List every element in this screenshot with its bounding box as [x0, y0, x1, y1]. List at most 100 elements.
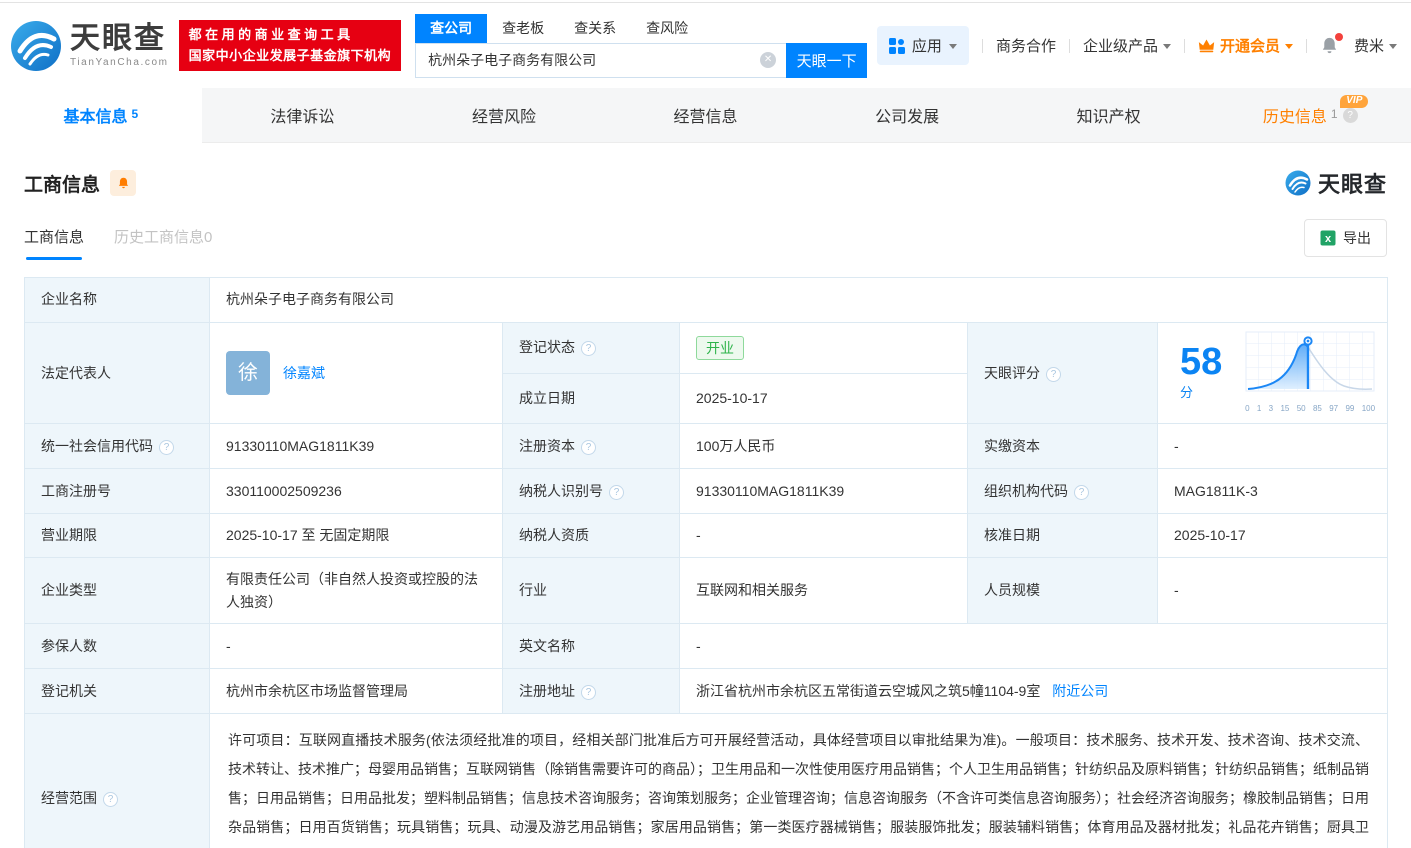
- subscribe-bell-button[interactable]: [110, 170, 137, 196]
- reg-no-label: 工商注册号: [24, 468, 210, 515]
- tab-operating-info[interactable]: 经营信息: [605, 88, 807, 142]
- score-curve: [1245, 331, 1375, 392]
- tab-basic-info[interactable]: 基本信息 5: [0, 88, 202, 143]
- business-info-table: 企业名称 杭州朵子电子商务有限公司 法定代表人 徐 徐嘉斌 登记状态 开业 天眼…: [24, 277, 1389, 848]
- org-code-label: 组织机构代码: [967, 468, 1158, 515]
- reg-status-label: 登记状态: [502, 322, 680, 374]
- nav-business-cooperation[interactable]: 商务合作: [996, 35, 1056, 56]
- score-axis-labels: 0 1 3 15 50 85 97 99 100: [1245, 404, 1376, 414]
- subtab-business-info[interactable]: 工商信息: [24, 226, 84, 260]
- export-button[interactable]: x 导出: [1304, 219, 1387, 257]
- search-tab-boss[interactable]: 查老板: [487, 14, 559, 43]
- grid-icon: [888, 37, 905, 54]
- staff-size-value: -: [1156, 557, 1389, 625]
- table-row: 企业名称 杭州朵子电子商务有限公司: [24, 277, 1389, 323]
- score-distribution-chart: 0 1 3 15 50 85 97 99 100: [1245, 331, 1375, 415]
- search-tabs: 查公司 查老板 查关系 查风险: [415, 13, 867, 43]
- registry-value: 杭州市余杭区市场监督管理局: [209, 668, 503, 715]
- approval-date-label: 核准日期: [967, 513, 1158, 559]
- divider: [1068, 38, 1070, 53]
- section-header: 工商信息 天眼查: [24, 167, 1387, 199]
- business-scope-label: 经营范围: [24, 713, 210, 848]
- reg-status-value: 开业: [679, 322, 968, 374]
- help-icon[interactable]: [581, 684, 596, 700]
- table-row: 统一社会信用代码 91330110MAG1811K39 注册资本 100万人民币…: [24, 423, 1389, 470]
- help-icon[interactable]: [1046, 366, 1061, 382]
- score-label: 天眼评分: [967, 321, 1158, 425]
- vip-badge: VIP: [1340, 95, 1369, 108]
- business-scope-value: 许可项目：互联网直播技术服务(依法须经批准的项目，经相关部门批准后方可开展经营活…: [208, 713, 1389, 848]
- help-icon[interactable]: [103, 792, 118, 808]
- business-term-value: 2025-10-17 至 无固定期限: [209, 513, 503, 559]
- subtab-history-business-info[interactable]: 历史工商信息0: [114, 226, 212, 260]
- search-tab-relation[interactable]: 查关系: [559, 14, 631, 43]
- table-row: 营业期限 2025-10-17 至 无固定期限 纳税人资质 - 核准日期 202…: [24, 513, 1389, 559]
- table-row: 参保人数 - 英文名称 -: [24, 623, 1389, 670]
- brand-domain: TianYanCha.com: [70, 56, 169, 68]
- help-icon[interactable]: [159, 439, 174, 455]
- company-type-value: 有限责任公司（非自然人投资或控股的法人独资）: [209, 557, 503, 625]
- insured-label: 参保人数: [24, 623, 210, 670]
- notification-bell[interactable]: [1320, 33, 1343, 55]
- establish-date-value: 2025-10-17: [679, 372, 968, 425]
- tab-intellectual-property[interactable]: 知识产权: [1008, 88, 1210, 142]
- header-nav: 应用 商务合作 企业级产品 开通会员 费米: [876, 26, 1397, 65]
- company-name-value: 杭州朵子电子商务有限公司: [208, 277, 1389, 323]
- vip-label: 开通会员: [1219, 38, 1280, 55]
- tianyancha-logo-icon: [1285, 170, 1311, 196]
- search-input[interactable]: [415, 42, 787, 78]
- clear-icon[interactable]: [760, 52, 777, 68]
- main-content: 工商信息 天眼查 工商信息 历史工商信息0 x 导出 企业名称 杭州朵子电子商务…: [0, 167, 1411, 848]
- chevron-down-icon: [1284, 44, 1293, 49]
- avatar: 徐: [226, 351, 270, 396]
- help-icon[interactable]: [581, 341, 596, 357]
- tab-operating-risk[interactable]: 经营风险: [403, 88, 605, 142]
- search-tab-risk[interactable]: 查风险: [631, 14, 703, 43]
- slogan-badge: 都在用的商业查询工具 国家中小企业发展子基金旗下机构: [178, 20, 402, 71]
- search-tab-company[interactable]: 查公司: [415, 13, 488, 43]
- business-term-label: 营业期限: [24, 513, 210, 559]
- insured-value: -: [209, 623, 503, 670]
- export-label: 导出: [1343, 230, 1371, 246]
- search-module: 查公司 查老板 查关系 查风险 天眼一下: [415, 13, 868, 78]
- uscc-label: 统一社会信用代码: [24, 423, 210, 470]
- site-header: 天眼查 TianYanCha.com 都在用的商业查询工具 国家中小企业发展子基…: [0, 3, 1411, 88]
- approval-date-value: 2025-10-17: [1156, 513, 1389, 559]
- legal-rep-link[interactable]: 徐嘉斌: [283, 362, 325, 385]
- site-logo[interactable]: 天眼查 TianYanCha.com: [10, 20, 169, 72]
- tianyancha-logo-icon: [11, 20, 61, 71]
- username: 费米: [1353, 38, 1384, 55]
- nav-open-vip[interactable]: 开通会员: [1198, 35, 1293, 56]
- industry-label: 行业: [502, 557, 680, 625]
- score-cell: 58分 0 1 3 15 50 85 97 99 100: [1156, 321, 1389, 425]
- search-button[interactable]: 天眼一下: [786, 42, 868, 78]
- subsection-tabs: 工商信息 历史工商信息0 x 导出: [24, 219, 1387, 267]
- question-icon[interactable]: [1342, 107, 1358, 123]
- taxpayer-quality-label: 纳税人资质: [502, 513, 680, 559]
- tab-legal-proceedings[interactable]: 法律诉讼: [202, 88, 404, 142]
- nav-enterprise-products[interactable]: 企业级产品: [1083, 35, 1171, 56]
- company-name-label: 企业名称: [24, 277, 210, 323]
- english-name-value: -: [678, 623, 1389, 670]
- help-icon[interactable]: [581, 439, 596, 455]
- bell-icon: [118, 177, 128, 189]
- help-icon[interactable]: [609, 484, 624, 500]
- slogan-line2: 国家中小企业发展子基金旗下机构: [188, 47, 392, 63]
- reg-capital-value: 100万人民币: [679, 423, 968, 470]
- brand-name: 天眼查: [70, 21, 166, 55]
- table-row: 经营范围 许可项目：互联网直播技术服务(依法须经批准的项目，经相关部门批准后方可…: [24, 713, 1389, 848]
- help-icon[interactable]: [1074, 484, 1089, 500]
- establish-date-label: 成立日期: [502, 372, 680, 425]
- table-row: 企业类型 有限责任公司（非自然人投资或控股的法人独资） 行业 互联网和相关服务 …: [24, 557, 1389, 625]
- tab-company-development[interactable]: 公司发展: [806, 88, 1008, 142]
- taxpayer-id-label: 纳税人识别号: [502, 468, 680, 515]
- apps-menu[interactable]: 应用: [876, 26, 969, 65]
- nearby-companies-link[interactable]: 附近公司: [1052, 683, 1108, 699]
- english-name-label: 英文名称: [502, 623, 680, 670]
- tab-history-info[interactable]: VIP 历史信息 1: [1209, 88, 1411, 142]
- table-row: 法定代表人 徐 徐嘉斌 登记状态 开业 天眼评分 58分: [24, 321, 1389, 425]
- registry-label: 登记机关: [24, 668, 210, 715]
- table-row: 登记机关 杭州市余杭区市场监督管理局 注册地址 浙江省杭州市余杭区五常街道云空城…: [24, 668, 1389, 715]
- user-menu[interactable]: 费米: [1354, 35, 1397, 56]
- status-badge: 开业: [696, 335, 744, 360]
